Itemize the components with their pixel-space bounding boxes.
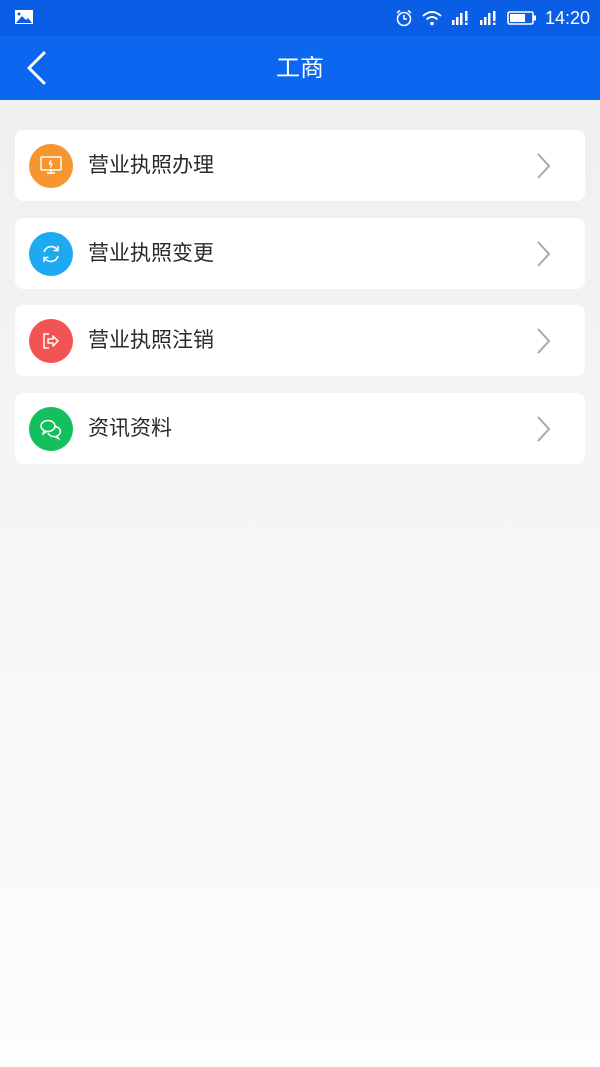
menu-item-license-cancel[interactable]: 营业执照注销 bbox=[15, 305, 585, 376]
exit-icon bbox=[29, 319, 73, 363]
menu-item-label: 营业执照办理 bbox=[88, 153, 214, 177]
alarm-icon bbox=[396, 9, 412, 27]
battery-icon bbox=[507, 11, 536, 25]
wifi-icon bbox=[422, 11, 442, 26]
chevron-right-icon bbox=[537, 415, 551, 442]
chevron-right-icon bbox=[537, 240, 551, 267]
signal-icon bbox=[479, 11, 496, 25]
image-icon bbox=[15, 10, 33, 24]
menu-item-label: 营业执照注销 bbox=[88, 328, 214, 352]
navigation-bar: 工商 bbox=[0, 36, 600, 100]
menu-item-label: 营业执照变更 bbox=[88, 240, 214, 265]
signal-icon bbox=[451, 11, 468, 25]
status-bar: 14:20 bbox=[0, 0, 600, 36]
clock-time: 14:20 bbox=[544, 7, 590, 28]
refresh-icon bbox=[29, 231, 73, 276]
menu-item-license-change[interactable]: 营业执照变更 bbox=[15, 217, 585, 289]
menu-list: 营业执照办理 营业执照变更 营业执照注销 资讯资料 bbox=[15, 130, 585, 480]
chat-bubbles-icon bbox=[29, 406, 73, 451]
chevron-right-icon bbox=[537, 328, 551, 354]
page-title: 工商 bbox=[276, 54, 324, 82]
menu-item-label: 资讯资料 bbox=[88, 415, 172, 440]
monitor-icon bbox=[29, 144, 73, 188]
chevron-right-icon bbox=[537, 153, 551, 179]
menu-item-license-apply[interactable]: 营业执照办理 bbox=[15, 130, 585, 201]
menu-item-information[interactable]: 资讯资料 bbox=[15, 392, 585, 464]
